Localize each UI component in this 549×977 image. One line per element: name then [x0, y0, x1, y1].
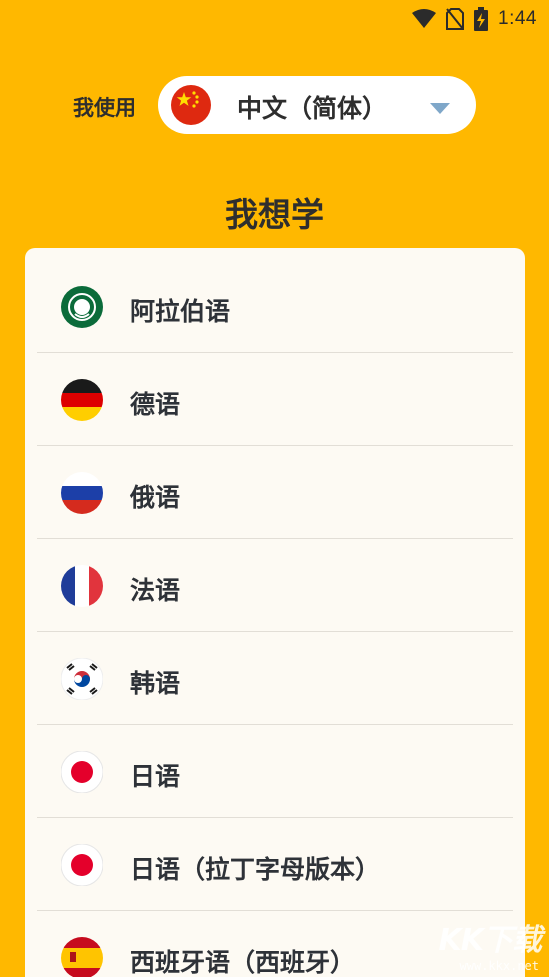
list-item-arabic[interactable]: 阿拉伯语 [37, 260, 513, 353]
south-korea-flag-icon [60, 657, 104, 701]
spain-flag-icon [61, 937, 103, 977]
list-item-japanese[interactable]: 日语 [37, 725, 513, 818]
page-title: 我想学 [225, 195, 324, 234]
source-language-label: 我使用 [73, 96, 136, 120]
status-bar: 1:44 [0, 0, 549, 38]
japan-flag-icon [60, 750, 104, 794]
language-name: 日语 [130, 762, 181, 791]
arab-league-flag-icon [61, 286, 103, 328]
language-name: 阿拉伯语 [130, 297, 231, 326]
language-name: 俄语 [130, 483, 181, 512]
watermark: KK下载 www.kkx.net [425, 915, 542, 973]
list-item-french[interactable]: 法语 [37, 539, 513, 632]
list-item-korean[interactable]: 韩语 [37, 632, 513, 725]
language-name: 日语（拉丁字母版本） [130, 855, 381, 884]
app-screen: 1:44 我使用 中文（简体） 我想学 阿拉伯语 德语 俄语 法语 韩语 日语 … [0, 0, 549, 977]
language-name: 德语 [130, 390, 181, 419]
list-item-japanese-romaji[interactable]: 日语（拉丁字母版本） [37, 818, 513, 911]
no-sim-icon [446, 8, 465, 30]
status-icons: 1:44 [412, 6, 537, 32]
france-flag-icon [61, 565, 103, 607]
russia-flag-icon [61, 472, 103, 514]
list-item-russian[interactable]: 俄语 [37, 446, 513, 539]
germany-flag-icon [61, 379, 103, 421]
china-flag-icon [171, 85, 211, 125]
list-item-german[interactable]: 德语 [37, 353, 513, 446]
chevron-down-icon [430, 100, 450, 119]
selected-language: 中文（简体） [237, 94, 388, 123]
language-name: 法语 [130, 576, 181, 605]
watermark-logo: KK下载 [438, 923, 542, 958]
clock: 1:44 [498, 8, 537, 29]
source-language-row: 我使用 中文（简体） [0, 76, 549, 134]
language-name: 韩语 [130, 669, 181, 698]
japan-flag-icon [60, 843, 104, 887]
language-name: 西班牙语（西班牙） [130, 948, 356, 977]
battery-charging-icon [474, 7, 489, 31]
source-language-dropdown[interactable]: 中文（简体） [158, 76, 476, 134]
watermark-url: www.kkx.net [459, 959, 539, 973]
wifi-icon [412, 9, 437, 29]
target-language-list: 阿拉伯语 德语 俄语 法语 韩语 日语 日语（拉丁字母版本） 西班牙语（西班牙） [25, 248, 525, 977]
